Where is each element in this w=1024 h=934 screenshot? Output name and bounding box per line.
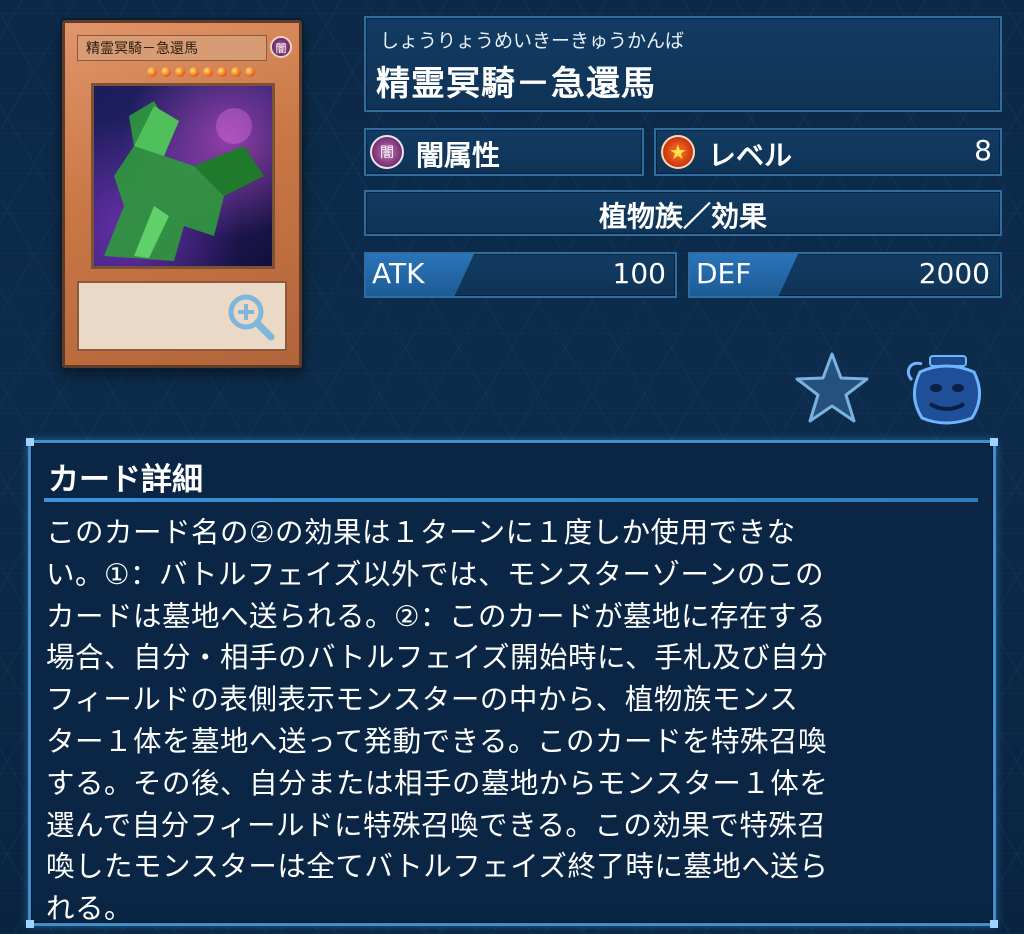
level-star — [161, 67, 171, 77]
card-artwork — [91, 83, 275, 269]
effect-text-line: れる。 — [46, 892, 134, 926]
effect-text-line: 喚したモンスターは全てバトルフェイズ終了時に墓地へ送ら — [46, 850, 829, 884]
dark-attribute-icon: 闇 — [370, 135, 404, 169]
effect-text-line: する。その後、自分または相手の墓地からモンスター１体を — [46, 766, 829, 800]
attribute-label: 闇属性 — [416, 139, 501, 172]
deck-pot-icon[interactable] — [900, 350, 990, 426]
card-image-level-stars — [147, 67, 255, 77]
def-value: 2000 — [918, 257, 990, 290]
card-detail-title: カード詳細 — [48, 462, 203, 498]
level-star — [175, 67, 185, 77]
horse-artwork — [104, 101, 264, 261]
level-star — [203, 67, 213, 77]
panel-corner — [990, 920, 998, 928]
atk-label: ATK — [372, 257, 425, 290]
zoom-icon[interactable] — [225, 291, 277, 343]
panel-corner — [26, 920, 34, 928]
divider — [44, 498, 978, 502]
level-star — [147, 67, 157, 77]
level-star — [217, 67, 227, 77]
level-label: レベル — [708, 139, 793, 172]
card-name: 精霊冥騎－急還馬 — [376, 64, 656, 104]
effect-text-line: ター１体を墓地へ送って発動できる。このカードを特殊召喚 — [46, 724, 828, 758]
card-effect-text: このカード名の②の効果は１ターンに１度しか使用できな い。①：バトルフェイズ以外で… — [46, 512, 966, 930]
panel-corner — [990, 438, 998, 446]
card-text-box — [77, 281, 287, 351]
level-star — [245, 67, 255, 77]
monster-type: 植物族／効果 — [598, 200, 767, 233]
effect-text-line: このカード名の②の効果は１ターンに１度しか使用できな — [46, 516, 796, 549]
effect-text-line: い。①：バトルフェイズ以外では、モンスターゾーンのこの — [46, 557, 825, 591]
level-star — [231, 67, 241, 77]
attribute-panel — [364, 128, 644, 176]
level-star — [189, 67, 199, 77]
card-image-attribute-icon: 闇 — [270, 36, 292, 58]
atk-value: 100 — [612, 257, 666, 290]
level-star-icon: ★ — [661, 135, 695, 169]
def-label: DEF — [696, 257, 752, 290]
level-value: 8 — [974, 134, 992, 167]
favorite-star-icon[interactable] — [794, 350, 870, 426]
panel-corner — [26, 438, 34, 446]
effect-text-line: 選んで自分フィールドに特殊召喚できる。この効果で特殊召 — [46, 808, 827, 842]
effect-text-line: 場合、自分・相手のバトルフェイズ開始時に、手札及び自分 — [46, 641, 829, 675]
effect-text-line: カードは墓地へ送られる。②：このカードが墓地に存在する — [46, 599, 827, 633]
card-furigana: しょうりょうめいきーきゅうかんば — [380, 30, 685, 52]
card-image[interactable]: 精霊冥騎－急還馬 闇 — [62, 20, 302, 368]
card-image-name: 精霊冥騎－急還馬 — [77, 35, 267, 61]
effect-text-line: フィールドの表側表示モンスターの中から、植物族モンス — [46, 683, 799, 717]
